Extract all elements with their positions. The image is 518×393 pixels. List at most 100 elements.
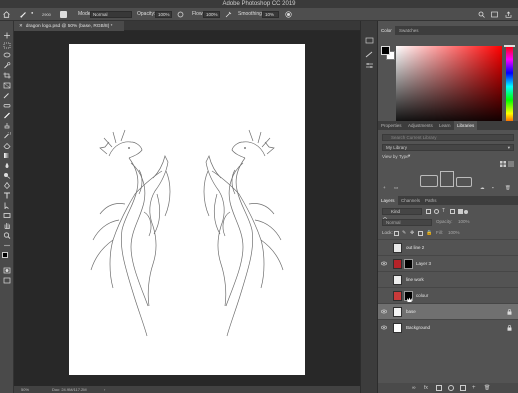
smart-object-filter-icon[interactable]: [458, 209, 463, 214]
visibility-toggle-empty[interactable]: [381, 277, 387, 282]
visibility-eye-icon[interactable]: [381, 309, 387, 314]
layer-thumbnail[interactable]: [393, 259, 402, 269]
history-panel-icon[interactable]: [365, 31, 374, 44]
home-icon[interactable]: [3, 11, 10, 18]
lock-image-icon[interactable]: ✎: [402, 230, 406, 236]
brush-tool-icon[interactable]: [20, 11, 27, 18]
brush-settings-icon[interactable]: [60, 11, 67, 18]
airbrush-icon[interactable]: [225, 11, 232, 18]
clone-stamp-tool-icon[interactable]: [3, 122, 11, 129]
workspace-icon[interactable]: [491, 11, 498, 18]
rectangle-tool-icon[interactable]: [3, 212, 11, 219]
marquee-tool-icon[interactable]: [3, 42, 11, 49]
filter-toggle-icon[interactable]: [464, 210, 468, 214]
status-menu-arrow[interactable]: ›: [104, 386, 105, 393]
grid-view-icon[interactable]: [500, 154, 506, 172]
layer-row[interactable]: Background: [378, 319, 518, 335]
tab-channels[interactable]: Channels: [398, 196, 423, 205]
layer-thumbnail[interactable]: [393, 243, 402, 253]
visibility-toggle-empty[interactable]: [381, 245, 387, 250]
lasso-tool-icon[interactable]: [3, 52, 11, 59]
add-graphic-icon[interactable]: ▭: [394, 185, 398, 191]
library-select[interactable]: My Library ▾: [382, 144, 514, 151]
dodge-tool-icon[interactable]: [3, 172, 11, 179]
color-field[interactable]: [396, 46, 502, 127]
canvas-area[interactable]: [14, 32, 360, 385]
share-icon[interactable]: [505, 11, 512, 18]
quick-mask-icon[interactable]: [3, 267, 11, 274]
layer-thumbnail[interactable]: [393, 275, 402, 285]
path-selection-tool-icon[interactable]: [3, 202, 11, 209]
tab-adjustments[interactable]: Adjustments: [405, 121, 436, 130]
tab-paths[interactable]: Paths: [422, 196, 440, 205]
layer-mask-thumbnail[interactable]: [404, 291, 413, 302]
visibility-eye-icon[interactable]: [381, 261, 387, 266]
move-tool-icon[interactable]: [3, 32, 11, 39]
hand-tool-icon[interactable]: [3, 222, 11, 229]
document-tab[interactable]: ✕ dragon logo.psd @ 50% (base, RGB/8) *: [14, 21, 124, 31]
pen-tool-icon[interactable]: [3, 182, 11, 189]
lock-all-icon[interactable]: 🔒: [426, 230, 432, 236]
type-tool-icon[interactable]: [3, 192, 11, 199]
zoom-tool-icon[interactable]: [3, 232, 11, 239]
tab-color[interactable]: Color: [378, 26, 395, 35]
add-mask-icon[interactable]: [436, 385, 442, 391]
healing-brush-tool-icon[interactable]: [3, 102, 11, 109]
foreground-background-swatches[interactable]: [2, 252, 12, 262]
blur-tool-icon[interactable]: [3, 162, 11, 169]
new-layer-icon[interactable]: +: [472, 385, 478, 391]
trash-icon[interactable]: 🗑: [505, 185, 511, 191]
view-by-type-select[interactable]: View by Type: [382, 154, 409, 159]
stock-icon[interactable]: ▪: [492, 185, 494, 190]
library-search-input[interactable]: Search Current Library: [382, 134, 514, 141]
layer-style-icon[interactable]: fx: [424, 385, 430, 391]
layer-thumbnail[interactable]: [393, 323, 402, 333]
layer-filter-kind[interactable]: Kind: [382, 208, 422, 215]
layer-row[interactable]: Layer 3: [378, 255, 518, 271]
tab-layers[interactable]: Layers: [378, 196, 398, 205]
eraser-tool-icon[interactable]: [3, 142, 11, 149]
tab-learn[interactable]: Learn: [436, 121, 454, 130]
color-panel-swatches[interactable]: [381, 46, 395, 60]
frame-tool-icon[interactable]: [3, 82, 11, 89]
pixel-filter-icon[interactable]: [426, 209, 431, 214]
trash-icon[interactable]: 🗑: [484, 385, 490, 391]
brushes-panel-icon[interactable]: [365, 45, 374, 58]
type-filter-icon[interactable]: T: [442, 208, 445, 214]
layer-mask-thumbnail[interactable]: [404, 259, 413, 269]
tab-swatches[interactable]: Swatches: [396, 26, 422, 35]
list-view-icon[interactable]: [508, 154, 514, 172]
zoom-level[interactable]: 50%: [21, 386, 29, 393]
history-brush-tool-icon[interactable]: [3, 132, 11, 139]
blend-mode-select[interactable]: Normal: [382, 219, 432, 226]
brush-tool-icon[interactable]: [3, 112, 11, 119]
fill-value[interactable]: 100%: [448, 230, 460, 235]
lock-artboard-icon[interactable]: [418, 231, 423, 236]
color-foreground-swatch[interactable]: [381, 46, 390, 55]
layer-row[interactable]: line work: [378, 271, 518, 287]
layer-thumbnail[interactable]: [393, 307, 402, 317]
opacity-field[interactable]: 100%: [155, 11, 172, 18]
pressure-opacity-icon[interactable]: [177, 11, 184, 18]
hue-slider[interactable]: [506, 46, 513, 127]
gradient-tool-icon[interactable]: [3, 152, 11, 159]
brush-preset-dot[interactable]: ●: [31, 6, 33, 19]
search-icon[interactable]: [478, 11, 485, 18]
more-tools-icon[interactable]: [3, 242, 11, 249]
cloud-icon[interactable]: ☁: [480, 185, 485, 191]
smoothing-options-icon[interactable]: [285, 11, 292, 18]
lock-transparent-icon[interactable]: [394, 231, 399, 236]
adjustment-layer-icon[interactable]: [448, 385, 454, 391]
properties-panel-icon[interactable]: [365, 56, 374, 68]
shape-filter-icon[interactable]: [450, 209, 455, 214]
new-group-icon[interactable]: [460, 385, 466, 391]
layer-opacity-value[interactable]: 100%: [458, 219, 470, 224]
visibility-toggle-empty[interactable]: [381, 293, 387, 298]
layer-row[interactable]: out line 2: [378, 239, 518, 255]
link-layers-icon[interactable]: ∞: [412, 385, 418, 391]
quick-selection-tool-icon[interactable]: [3, 62, 11, 69]
close-icon[interactable]: ✕: [19, 23, 23, 28]
eyedropper-tool-icon[interactable]: [3, 92, 11, 99]
flow-field[interactable]: 100%: [203, 11, 220, 18]
layer-thumbnail[interactable]: [393, 291, 402, 301]
